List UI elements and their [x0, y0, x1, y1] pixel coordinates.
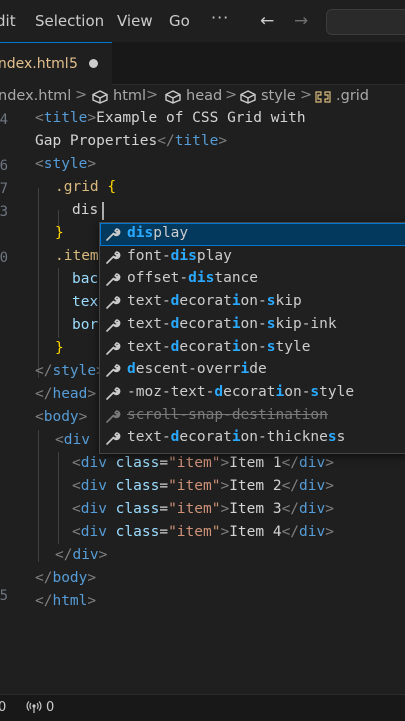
code-line-body-close: </body> — [35, 570, 97, 586]
line-number: 3 — [0, 204, 8, 220]
element-cube-icon — [92, 90, 108, 104]
wrench-icon — [106, 409, 121, 423]
breadcrumb-grid[interactable]: .grid — [336, 88, 369, 104]
suggestion-label: -moz-text-decoration-style — [127, 383, 355, 400]
wrench-icon — [106, 228, 121, 241]
menu-selection[interactable]: Selection — [35, 12, 104, 30]
suggestion-item[interactable]: -moz-text-decoration-style — [100, 382, 405, 405]
text-cursor — [102, 202, 104, 220]
wrench-icon — [106, 250, 121, 264]
more-menu-icon[interactable]: ··· — [211, 8, 229, 27]
wrench-icon — [106, 318, 121, 332]
tab-bar: index.html 5 — [0, 42, 405, 85]
arrow-left-icon[interactable]: ← — [260, 11, 274, 31]
breadcrumb: index.html > html > head > style > .grid — [0, 86, 405, 110]
wrench-icon — [106, 296, 121, 309]
wrench-icon — [106, 432, 121, 446]
code-line-title: <title>Example of CSS Grid with — [35, 110, 306, 126]
menu-go[interactable]: Go — [169, 12, 190, 30]
line-number: 7 — [0, 181, 8, 197]
code-line-body-open: <body> — [35, 409, 88, 425]
arrow-right-icon[interactable]: → — [294, 11, 308, 31]
suggestion-item[interactable]: display — [100, 223, 405, 246]
line-number: 4 — [0, 112, 8, 128]
suggestion-item[interactable]: text-decoration-thickness — [100, 427, 405, 450]
line-number: 0 — [0, 250, 8, 266]
code-line-prop: tex — [72, 294, 99, 310]
unsaved-dot-icon[interactable] — [89, 59, 98, 68]
code-line-item-selector: .item — [55, 248, 99, 264]
breadcrumb-separator: > — [146, 87, 159, 103]
suggestion-item[interactable]: text-decoration-style — [100, 337, 405, 360]
status-ports[interactable]: 0 — [46, 700, 54, 715]
breadcrumb-html[interactable]: html — [113, 88, 146, 104]
indent-guide — [38, 430, 39, 562]
code-line-title-wrap: Gap Properties</title> — [35, 133, 228, 149]
suggestion-item[interactable]: descent-override — [100, 359, 405, 382]
command-center-search[interactable] — [326, 9, 405, 35]
code-line-div-open: <div — [55, 432, 90, 448]
broadcast-icon[interactable] — [26, 699, 42, 715]
menu-bar: dit Selection View Go ··· ← → — [0, 0, 405, 42]
suggestion-label: offset-distance — [127, 270, 259, 287]
code-line-style-open: <style> — [35, 156, 97, 172]
code-line-brace-close: } — [55, 225, 64, 241]
breadcrumb-head[interactable]: head — [186, 88, 222, 104]
code-line-item-div: <div class="item">Item 4</div> — [72, 524, 334, 540]
indent-guide — [38, 188, 39, 378]
suggestion-label: text-decoration-skip-ink — [127, 315, 337, 332]
suggestion-item[interactable]: text-decoration-skip — [100, 291, 405, 314]
code-line-prop: bac — [72, 271, 99, 287]
code-line-item-div: <div class="item">Item 2</div> — [72, 478, 334, 494]
status-bar: 0 0 — [0, 694, 405, 721]
css-selector-icon — [315, 91, 331, 103]
suggestion-label: font-display — [127, 247, 232, 264]
suggestion-item[interactable]: font-display — [100, 246, 405, 269]
code-line-style-close: </style> — [35, 363, 105, 379]
code-line-html-close: </html> — [35, 593, 97, 609]
tab-label: index.html — [0, 56, 69, 72]
code-line-head-close: </head> — [35, 386, 97, 402]
menu-view[interactable]: View — [117, 12, 153, 30]
suggestion-item[interactable]: offset-distance — [100, 268, 405, 291]
suggestion-label: display — [127, 225, 189, 241]
line-number: 5 — [0, 588, 8, 604]
suggestion-label: text-decoration-skip — [127, 293, 302, 310]
wrench-icon — [106, 364, 121, 377]
code-line-item-div: <div class="item">Item 3</div> — [72, 501, 334, 517]
code-line-brace-close: } — [55, 340, 64, 356]
element-cube-icon — [165, 90, 181, 104]
suggestion-label: scroll-snap-destination — [127, 406, 328, 423]
breadcrumb-separator: > — [75, 87, 88, 103]
code-line-div-close: </div> — [55, 547, 108, 563]
indent-guide — [58, 452, 59, 544]
code-line-grid-selector: .grid { — [55, 179, 117, 195]
suggestion-label: text-decoration-style — [127, 338, 311, 355]
breadcrumb-separator: > — [300, 87, 313, 103]
line-number: 6 — [0, 158, 8, 174]
menu-edit[interactable]: dit — [0, 12, 16, 30]
breadcrumb-separator: > — [225, 87, 238, 103]
suggestion-item[interactable]: text-decoration-skip-ink — [100, 314, 405, 337]
indent-guide — [58, 268, 59, 338]
code-line-typed: dis — [72, 202, 99, 218]
code-line-prop: bor — [72, 317, 99, 333]
tab-index-html[interactable]: index.html 5 — [0, 42, 112, 85]
code-line-item-div: <div class="item">Item 1</div> — [72, 455, 334, 471]
element-cube-icon — [240, 90, 256, 104]
suggestion-item[interactable]: scroll-snap-destination — [100, 405, 405, 428]
breadcrumb-file[interactable]: index.html — [0, 88, 71, 104]
wrench-icon — [106, 387, 121, 400]
suggestion-label: descent-override — [127, 361, 267, 378]
suggestion-label: text-decoration-thickness — [127, 429, 346, 446]
autocomplete-suggestions[interactable]: display font-display offset-distance text-d… — [99, 222, 405, 454]
status-errors[interactable]: 0 — [0, 700, 6, 715]
wrench-icon — [106, 341, 121, 355]
wrench-icon — [106, 273, 121, 287]
tab-problem-count: 5 — [69, 56, 78, 72]
breadcrumb-style[interactable]: style — [261, 88, 296, 104]
